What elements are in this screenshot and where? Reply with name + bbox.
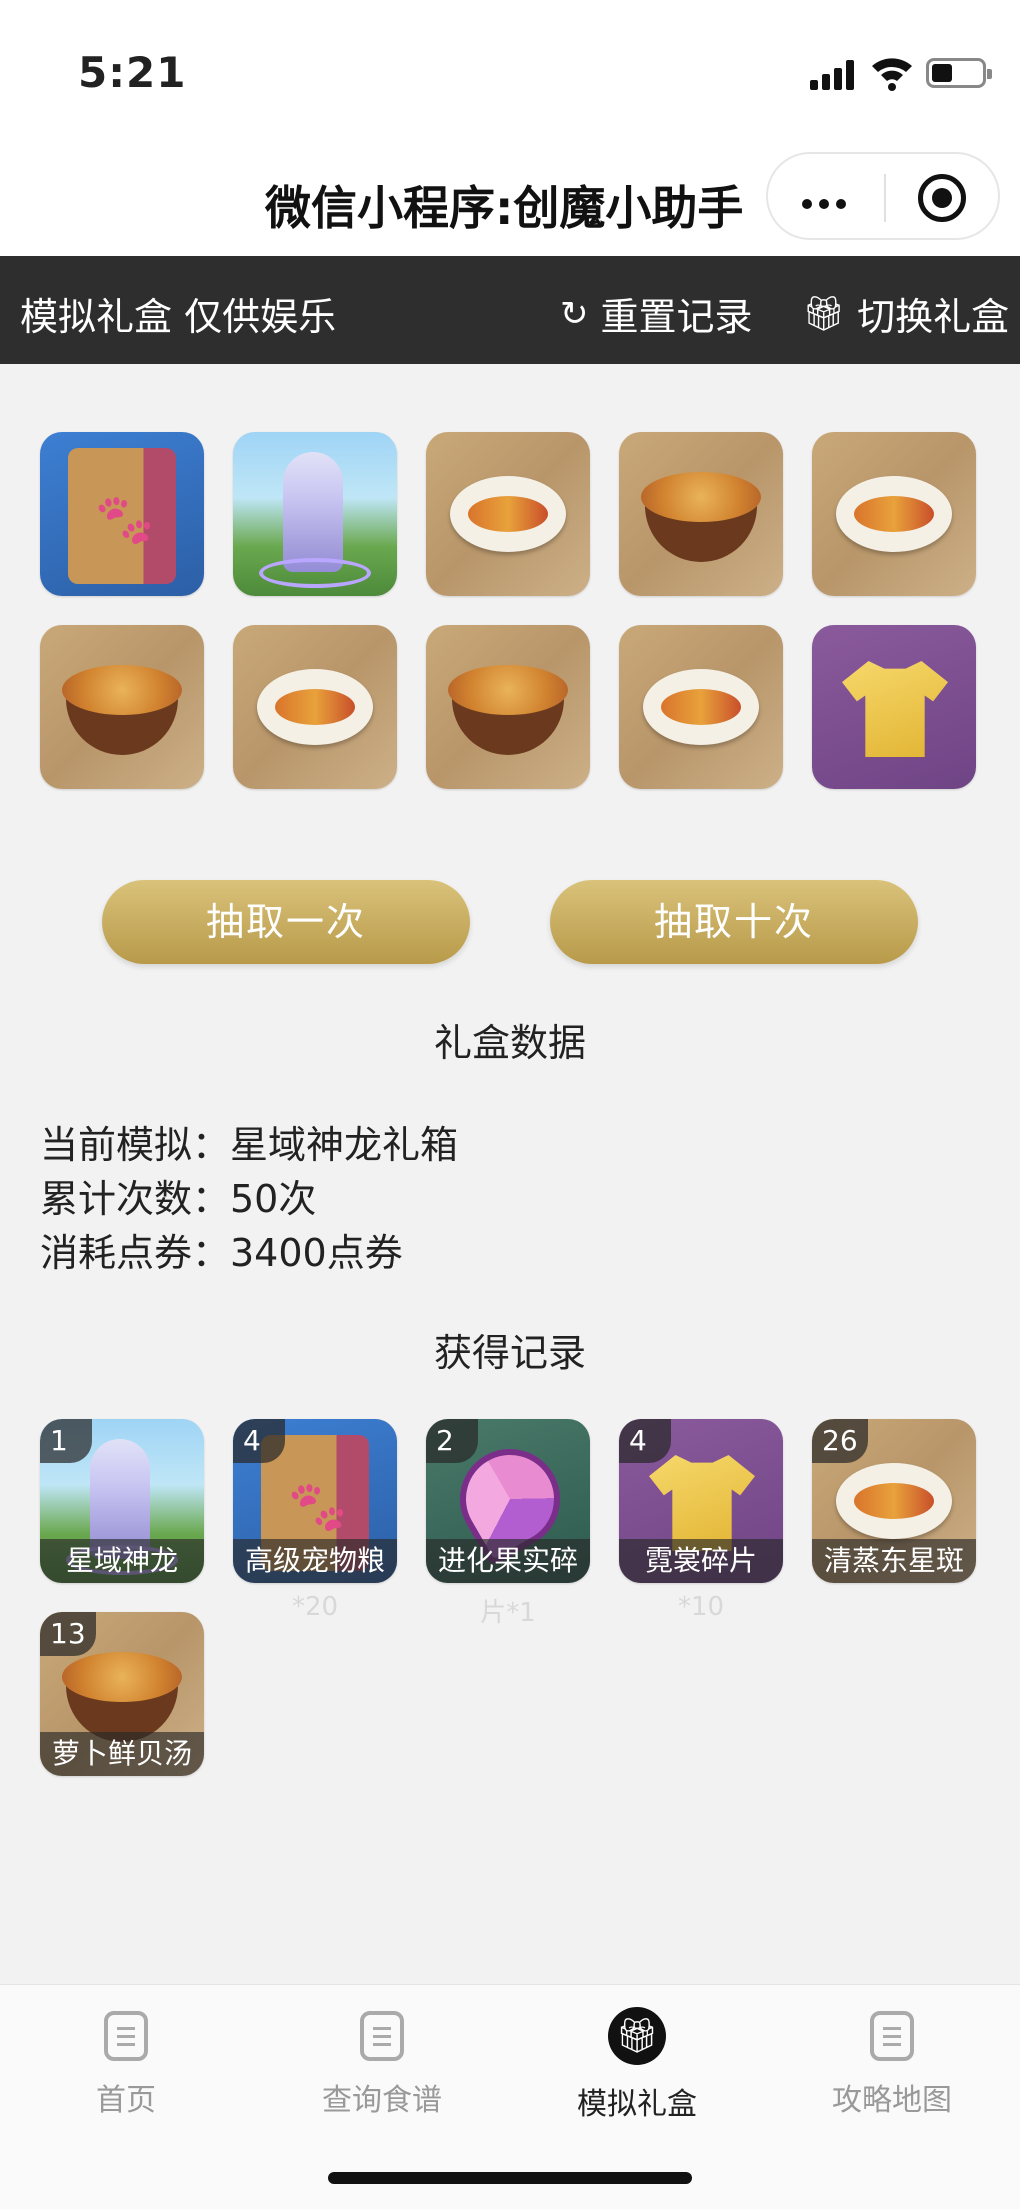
result-tile[interactable] [426, 625, 590, 789]
steamed-fish-icon [257, 669, 373, 745]
record-count-badge: 4 [233, 1419, 285, 1463]
record-label: 进化果实碎 [426, 1539, 590, 1583]
record-item[interactable]: 2 进化果实碎 [426, 1419, 590, 1583]
gift-icon: 🎁︎ [608, 2007, 666, 2065]
giftbox-stats-title: 礼盒数据 [433, 1021, 586, 1065]
reset-records-label: 重置记录 [600, 295, 753, 339]
status-time: 5:21 [78, 48, 187, 97]
mini-program-nav-bar: 微信小程序:创魔小助手 [0, 140, 1020, 256]
record-label-overflow: *20 [291, 1592, 339, 1622]
record-label-overflow: 片*1 [480, 1598, 536, 1628]
steamed-fish-icon [836, 1463, 952, 1539]
gift-icon: 🎁︎ [802, 293, 846, 334]
page-title: 微信小程序:创魔小助手 [265, 181, 744, 235]
record-item[interactable]: 13 萝卜鲜贝汤 [40, 1612, 204, 1776]
tab-giftbox[interactable]: 🎁︎ 模拟礼盒 [537, 2007, 737, 2123]
records-title: 获得记录 [433, 1331, 586, 1375]
close-target-icon[interactable] [918, 174, 966, 222]
battery-icon [926, 58, 992, 88]
switch-giftbox-button[interactable]: 🎁︎ 切换礼盒 [802, 286, 1009, 341]
current-simulation-text: 当前模拟：星域神龙礼箱 [40, 1123, 459, 1167]
document-icon [104, 2011, 148, 2061]
steamed-fish-icon [836, 476, 952, 552]
simulator-header: 模拟礼盒 仅供娱乐 ↻ 重置记录 🎁︎ 切换礼盒 [0, 256, 1020, 364]
more-icon[interactable] [802, 194, 853, 213]
shirt-icon [649, 1455, 755, 1551]
soup-bowl-icon [641, 472, 761, 568]
record-item[interactable]: 1 星域神龙 [40, 1419, 204, 1583]
result-tile[interactable]: 🐾︎ [40, 432, 204, 596]
tab-giftbox-label: 模拟礼盒 [577, 2087, 697, 2122]
star-dragon-icon [283, 452, 343, 572]
record-count-badge: 4 [619, 1419, 671, 1463]
capsule-divider [884, 174, 886, 222]
record-label: 星域神龙 [40, 1539, 204, 1583]
document-icon [360, 2011, 404, 2061]
record-count-badge: 1 [40, 1419, 92, 1463]
record-label: 霓裳碎片 [619, 1539, 783, 1583]
draw-ten-button[interactable]: 抽取十次 [550, 880, 918, 964]
tab-map[interactable]: 攻略地图 [792, 2011, 992, 2119]
record-count-badge: 2 [426, 1419, 478, 1463]
record-count-badge: 26 [812, 1419, 868, 1463]
tab-map-label: 攻略地图 [832, 2083, 952, 2118]
soup-bowl-icon [448, 665, 568, 761]
points-cost-text: 消耗点券：3400点券 [40, 1231, 403, 1275]
total-count-text: 累计次数：50次 [40, 1177, 317, 1221]
tab-recipes-label: 查询食谱 [322, 2083, 442, 2118]
record-item[interactable]: 26 清蒸东星斑 [812, 1419, 976, 1583]
mini-program-capsule [766, 152, 1000, 240]
result-tile[interactable] [812, 432, 976, 596]
tab-home[interactable]: 首页 [26, 2011, 226, 2119]
result-tile[interactable] [426, 432, 590, 596]
tab-recipes[interactable]: 查询食谱 [282, 2011, 482, 2119]
document-icon [870, 2011, 914, 2061]
result-tile[interactable] [619, 625, 783, 789]
result-tile[interactable] [812, 625, 976, 789]
pet-food-bag-icon: 🐾︎ [68, 448, 176, 584]
record-count-badge: 13 [40, 1612, 96, 1656]
steamed-fish-icon [643, 669, 759, 745]
record-label: 清蒸东星斑 [812, 1539, 976, 1583]
result-tile[interactable] [233, 625, 397, 789]
shirt-icon [842, 661, 948, 757]
result-tile[interactable] [40, 625, 204, 789]
home-indicator [328, 2172, 692, 2184]
simulator-title: 模拟礼盒 仅供娱乐 [20, 295, 337, 339]
tab-home-label: 首页 [96, 2083, 156, 2118]
switch-giftbox-label: 切换礼盒 [857, 295, 1010, 339]
record-item[interactable]: 🐾︎ 4 高级宠物粮 [233, 1419, 397, 1583]
record-item[interactable]: 4 霓裳碎片 [619, 1419, 783, 1583]
draw-once-button[interactable]: 抽取一次 [102, 880, 470, 964]
reset-records-button[interactable]: ↻ 重置记录 [560, 286, 753, 341]
result-tile[interactable] [619, 432, 783, 596]
result-tile[interactable] [233, 432, 397, 596]
record-label-overflow: *10 [677, 1592, 725, 1622]
refresh-icon: ↻ [560, 293, 589, 334]
steamed-fish-icon [450, 476, 566, 552]
cellular-signal-icon [810, 60, 856, 90]
record-label: 高级宠物粮 [233, 1539, 397, 1583]
soup-bowl-icon [62, 665, 182, 761]
wifi-icon [872, 58, 912, 91]
status-bar: 5:21 [0, 0, 1020, 140]
record-label: 萝卜鲜贝汤 [40, 1732, 204, 1776]
